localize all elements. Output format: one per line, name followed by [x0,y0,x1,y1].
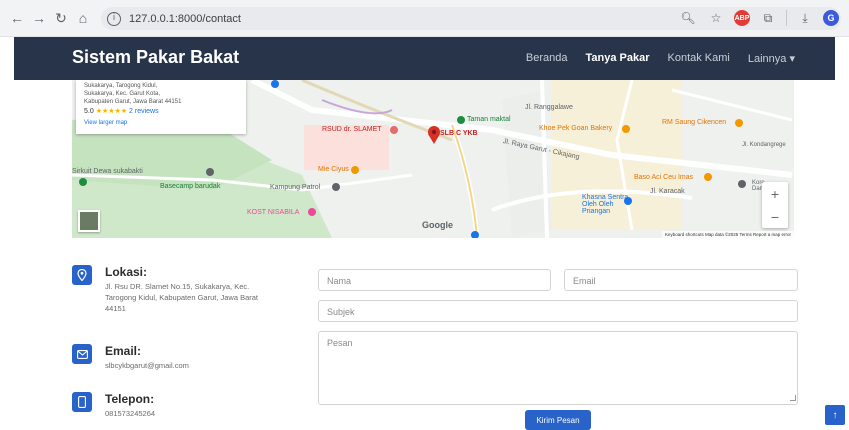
map-label-baso[interactable]: Baso Aci Ceu Imas [634,174,693,181]
map-attribution[interactable]: Keyboard shortcuts Map data ©2025 Terms … [661,231,794,238]
place-address-line1: Sukakarya, Tarogong Kidul, [84,83,158,89]
extension-icon[interactable]: ABP [734,10,750,26]
map-zoom-control: + − [762,182,788,228]
nav-item-beranda[interactable]: Beranda [526,52,568,65]
profile-avatar[interactable]: G [823,10,839,26]
email-text: slbcykbgarut@gmail.com [105,361,189,370]
browser-toolbar: ← → ↻ ⌂ i 127.0.0.1:8000/contact 🔍︎ ☆ AB… [0,0,849,37]
map-label-kondangrege: Jl. Kondangrege [742,142,786,148]
phone-icon [72,392,92,412]
place-address-line2: Sukakarya, Kec. Garut Kota, [84,91,161,97]
map-label-rsud[interactable]: RSUD dr. SLAMET [322,126,382,133]
email-title: Email: [105,344,142,358]
forward-icon[interactable]: → [28,7,50,29]
rating-value: 5.0 [84,108,94,115]
embedded-map[interactable]: Sukakarya, Tarogong Kidul, Sukakarya, Ke… [72,80,794,238]
url-text[interactable]: 127.0.0.1:8000/contact [129,13,241,25]
extensions-puzzle-icon[interactable]: ⧉ [758,8,778,28]
view-larger-map-link[interactable]: View larger map [84,119,238,127]
map-label-khoe[interactable]: Khoe Pek Goan Bakery [539,125,612,132]
envelope-icon [72,344,92,364]
pesan-textarea[interactable]: Pesan [318,331,798,405]
map-label-mie[interactable]: Mie Ciyus [318,166,349,173]
satellite-layer-toggle[interactable] [78,210,100,232]
reload-icon[interactable]: ↻ [50,7,72,29]
map-label-slb[interactable]: SLB C YKB [440,130,478,137]
subjek-input[interactable]: Subjek [318,300,798,322]
back-to-top-button[interactable]: ↑ [825,405,845,425]
telepon-title: Telepon: [105,392,155,406]
map-label-rm[interactable]: RM Saung Cikencen [662,119,726,126]
nama-input[interactable]: Nama [318,269,551,291]
reviews-link[interactable]: 2 reviews [129,108,159,115]
map-label-karacak: Jl. Karacak [650,188,685,195]
lokasi-title: Lokasi: [105,265,148,279]
map-label-ranggalawe: Jl. Ranggalawe [525,104,573,111]
contact-telepon: Telepon: 081573245264 [72,392,155,419]
kirim-pesan-button[interactable]: Kirim Pesan [525,410,591,430]
nav-item-tanya-pakar[interactable]: Tanya Pakar [585,52,649,65]
map-label-sirkuit[interactable]: Sirkuit Dewa sukabakti [72,168,143,175]
textarea-resize-handle[interactable] [790,395,796,401]
site-navbar: Sistem Pakar Bakat Beranda Tanya Pakar K… [14,37,835,80]
bookmark-star-icon[interactable]: ☆ [706,8,726,28]
site-brand[interactable]: Sistem Pakar Bakat [72,47,239,68]
home-icon[interactable]: ⌂ [72,7,94,29]
map-label-khasna[interactable]: Khasna Sentra Oleh Oleh Priangan [582,194,642,215]
contact-email: Email: slbcykbgarut@gmail.com [72,344,189,371]
map-place-card: Sukakarya, Tarogong Kidul, Sukakarya, Ke… [76,80,246,134]
lokasi-text: Jl. Rsu DR. Slamet No.15, Sukakarya, Kec… [105,282,259,313]
contact-lokasi: Lokasi: Jl. Rsu DR. Slamet No.15, Sukaka… [72,265,270,314]
zoom-icon[interactable]: 🔍︎ [678,8,698,28]
google-logo: Google [422,220,453,230]
zoom-out-button[interactable]: − [771,210,779,224]
place-address-line3: Kabupaten Garut, Jawa Barat 44151 [84,99,182,105]
location-pin-icon [72,265,92,285]
nav-item-lainnya[interactable]: Lainnya ▾ [748,52,795,65]
back-icon[interactable]: ← [6,7,28,29]
place-rating: 5.0 ★★★★★ 2 reviews [84,108,238,116]
map-label-taman[interactable]: Taman maktal [467,116,511,123]
rating-stars: ★★★★★ [95,108,128,115]
email-input[interactable]: Email [564,269,798,291]
site-info-icon[interactable]: i [107,11,121,26]
nav-item-kontak-kami[interactable]: Kontak Kami [668,52,730,65]
map-label-kost[interactable]: KOST NISABILA [247,209,299,216]
map-label-kampung[interactable]: Kampung Patrol [270,184,320,191]
telepon-text: 081573245264 [105,409,156,418]
arrow-up-icon: ↑ [832,409,838,421]
map-label-basecamp[interactable]: Basecamp barudak [160,183,220,190]
nav-menu: Beranda Tanya Pakar Kontak Kami Lainnya … [526,52,795,65]
download-icon[interactable]: ⤓ [795,8,815,28]
zoom-in-button[interactable]: + [771,187,779,201]
toolbar-separator [786,10,787,26]
